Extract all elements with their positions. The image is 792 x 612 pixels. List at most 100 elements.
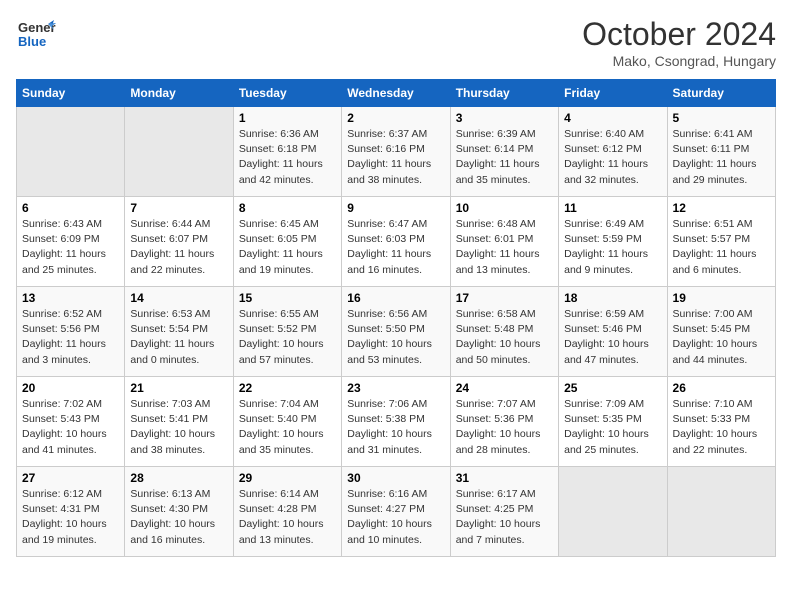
calendar-cell: 1 Sunrise: 6:36 AMSunset: 6:18 PMDaylight…	[233, 107, 341, 197]
day-number: 5	[673, 111, 770, 125]
day-info: Sunrise: 6:45 AMSunset: 6:05 PMDaylight:…	[239, 217, 336, 278]
calendar-cell: 24 Sunrise: 7:07 AMSunset: 5:36 PMDayligh…	[450, 377, 558, 467]
day-number: 11	[564, 201, 661, 215]
calendar-cell: 11 Sunrise: 6:49 AMSunset: 5:59 PMDayligh…	[559, 197, 667, 287]
calendar-cell: 7Sunrise: 6:44 AMSunset: 6:07 PMDaylight…	[125, 197, 233, 287]
day-number: 22	[239, 381, 336, 395]
calendar-cell: 4Sunrise: 6:40 AMSunset: 6:12 PMDaylight…	[559, 107, 667, 197]
calendar-cell: 19 Sunrise: 7:00 AMSunset: 5:45 PMDayligh…	[667, 287, 775, 377]
day-number: 2	[347, 111, 444, 125]
calendar-cell: 23Sunrise: 7:06 AMSunset: 5:38 PMDayligh…	[342, 377, 450, 467]
day-info: Sunrise: 7:06 AMSunset: 5:38 PMDaylight:…	[347, 397, 444, 458]
day-info: Sunrise: 6:47 AMSunset: 6:03 PMDaylight:…	[347, 217, 444, 278]
day-info: Sunrise: 7:02 AMSunset: 5:43 PMDaylight:…	[22, 397, 119, 458]
day-number: 19	[673, 291, 770, 305]
day-info: Sunrise: 6:55 AMSunset: 5:52 PMDaylight:…	[239, 307, 336, 368]
day-header-sunday: Sunday	[17, 80, 125, 107]
day-number: 12	[673, 201, 770, 215]
day-info: Sunrise: 6:39 AMSunset: 6:14 PMDaylight:…	[456, 127, 553, 188]
day-header-tuesday: Tuesday	[233, 80, 341, 107]
day-info: Sunrise: 7:04 AMSunset: 5:40 PMDaylight:…	[239, 397, 336, 458]
calendar-cell: 5 Sunrise: 6:41 AMSunset: 6:11 PMDaylight…	[667, 107, 775, 197]
day-info: Sunrise: 6:41 AMSunset: 6:11 PMDaylight:…	[673, 127, 770, 188]
day-info: Sunrise: 6:12 AMSunset: 4:31 PMDaylight:…	[22, 487, 119, 548]
day-info: Sunrise: 7:07 AMSunset: 5:36 PMDaylight:…	[456, 397, 553, 458]
day-header-friday: Friday	[559, 80, 667, 107]
calendar-cell	[17, 107, 125, 197]
day-number: 26	[673, 381, 770, 395]
page-header: General Blue October 2024 Mako, Csongrad…	[16, 16, 776, 69]
calendar-cell: 18 Sunrise: 6:59 AMSunset: 5:46 PMDayligh…	[559, 287, 667, 377]
day-info: Sunrise: 6:36 AMSunset: 6:18 PMDaylight:…	[239, 127, 336, 188]
day-number: 1	[239, 111, 336, 125]
svg-text:General: General	[18, 20, 56, 35]
day-number: 16	[347, 291, 444, 305]
calendar-cell: 22 Sunrise: 7:04 AMSunset: 5:40 PMDayligh…	[233, 377, 341, 467]
calendar-cell: 30 Sunrise: 6:16 AMSunset: 4:27 PMDayligh…	[342, 467, 450, 557]
day-number: 9	[347, 201, 444, 215]
day-number: 21	[130, 381, 227, 395]
calendar-cell: 20 Sunrise: 7:02 AMSunset: 5:43 PMDayligh…	[17, 377, 125, 467]
calendar-cell: 12 Sunrise: 6:51 AMSunset: 5:57 PMDayligh…	[667, 197, 775, 287]
day-number: 18	[564, 291, 661, 305]
calendar-cell: 28 Sunrise: 6:13 AMSunset: 4:30 PMDayligh…	[125, 467, 233, 557]
day-number: 17	[456, 291, 553, 305]
month-title: October 2024	[582, 16, 776, 53]
logo: General Blue	[16, 16, 56, 52]
day-info: Sunrise: 6:48 AMSunset: 6:01 PMDaylight:…	[456, 217, 553, 278]
day-number: 27	[22, 471, 119, 485]
logo-icon: General Blue	[16, 16, 56, 52]
calendar-cell: 25 Sunrise: 7:09 AMSunset: 5:35 PMDayligh…	[559, 377, 667, 467]
calendar-cell: 29Sunrise: 6:14 AMSunset: 4:28 PMDayligh…	[233, 467, 341, 557]
week-row-1: 1 Sunrise: 6:36 AMSunset: 6:18 PMDaylight…	[17, 107, 776, 197]
day-info: Sunrise: 7:10 AMSunset: 5:33 PMDaylight:…	[673, 397, 770, 458]
day-number: 24	[456, 381, 553, 395]
week-row-5: 27 Sunrise: 6:12 AMSunset: 4:31 PMDayligh…	[17, 467, 776, 557]
day-header-thursday: Thursday	[450, 80, 558, 107]
day-number: 7	[130, 201, 227, 215]
day-info: Sunrise: 6:37 AMSunset: 6:16 PMDaylight:…	[347, 127, 444, 188]
calendar-cell: 2 Sunrise: 6:37 AMSunset: 6:16 PMDaylight…	[342, 107, 450, 197]
day-number: 15	[239, 291, 336, 305]
day-number: 14	[130, 291, 227, 305]
calendar-cell	[125, 107, 233, 197]
day-number: 29	[239, 471, 336, 485]
day-info: Sunrise: 6:16 AMSunset: 4:27 PMDaylight:…	[347, 487, 444, 548]
week-row-4: 20 Sunrise: 7:02 AMSunset: 5:43 PMDayligh…	[17, 377, 776, 467]
calendar-cell: 31Sunrise: 6:17 AMSunset: 4:25 PMDayligh…	[450, 467, 558, 557]
calendar-cell: 15 Sunrise: 6:55 AMSunset: 5:52 PMDayligh…	[233, 287, 341, 377]
day-number: 30	[347, 471, 444, 485]
svg-text:Blue: Blue	[18, 34, 46, 49]
calendar-cell: 17Sunrise: 6:58 AMSunset: 5:48 PMDayligh…	[450, 287, 558, 377]
calendar-cell: 3 Sunrise: 6:39 AMSunset: 6:14 PMDaylight…	[450, 107, 558, 197]
day-number: 3	[456, 111, 553, 125]
day-info: Sunrise: 6:49 AMSunset: 5:59 PMDaylight:…	[564, 217, 661, 278]
day-info: Sunrise: 6:53 AMSunset: 5:54 PMDaylight:…	[130, 307, 227, 368]
calendar-cell	[667, 467, 775, 557]
day-number: 20	[22, 381, 119, 395]
day-info: Sunrise: 6:13 AMSunset: 4:30 PMDaylight:…	[130, 487, 227, 548]
calendar-cell: 6Sunrise: 6:43 AMSunset: 6:09 PMDaylight…	[17, 197, 125, 287]
day-info: Sunrise: 7:09 AMSunset: 5:35 PMDaylight:…	[564, 397, 661, 458]
day-header-monday: Monday	[125, 80, 233, 107]
calendar-cell: 14 Sunrise: 6:53 AMSunset: 5:54 PMDayligh…	[125, 287, 233, 377]
day-info: Sunrise: 7:03 AMSunset: 5:41 PMDaylight:…	[130, 397, 227, 458]
day-info: Sunrise: 6:59 AMSunset: 5:46 PMDaylight:…	[564, 307, 661, 368]
calendar-cell: 21 Sunrise: 7:03 AMSunset: 5:41 PMDayligh…	[125, 377, 233, 467]
day-number: 13	[22, 291, 119, 305]
calendar-cell: 26 Sunrise: 7:10 AMSunset: 5:33 PMDayligh…	[667, 377, 775, 467]
day-header-wednesday: Wednesday	[342, 80, 450, 107]
calendar-cell: 13Sunrise: 6:52 AMSunset: 5:56 PMDayligh…	[17, 287, 125, 377]
day-number: 25	[564, 381, 661, 395]
calendar-cell: 16Sunrise: 6:56 AMSunset: 5:50 PMDayligh…	[342, 287, 450, 377]
day-number: 28	[130, 471, 227, 485]
calendar-cell: 9 Sunrise: 6:47 AMSunset: 6:03 PMDaylight…	[342, 197, 450, 287]
day-info: Sunrise: 7:00 AMSunset: 5:45 PMDaylight:…	[673, 307, 770, 368]
day-info: Sunrise: 6:51 AMSunset: 5:57 PMDaylight:…	[673, 217, 770, 278]
day-number: 4	[564, 111, 661, 125]
day-header-saturday: Saturday	[667, 80, 775, 107]
day-number: 6	[22, 201, 119, 215]
day-number: 8	[239, 201, 336, 215]
day-number: 10	[456, 201, 553, 215]
calendar-cell: 27 Sunrise: 6:12 AMSunset: 4:31 PMDayligh…	[17, 467, 125, 557]
